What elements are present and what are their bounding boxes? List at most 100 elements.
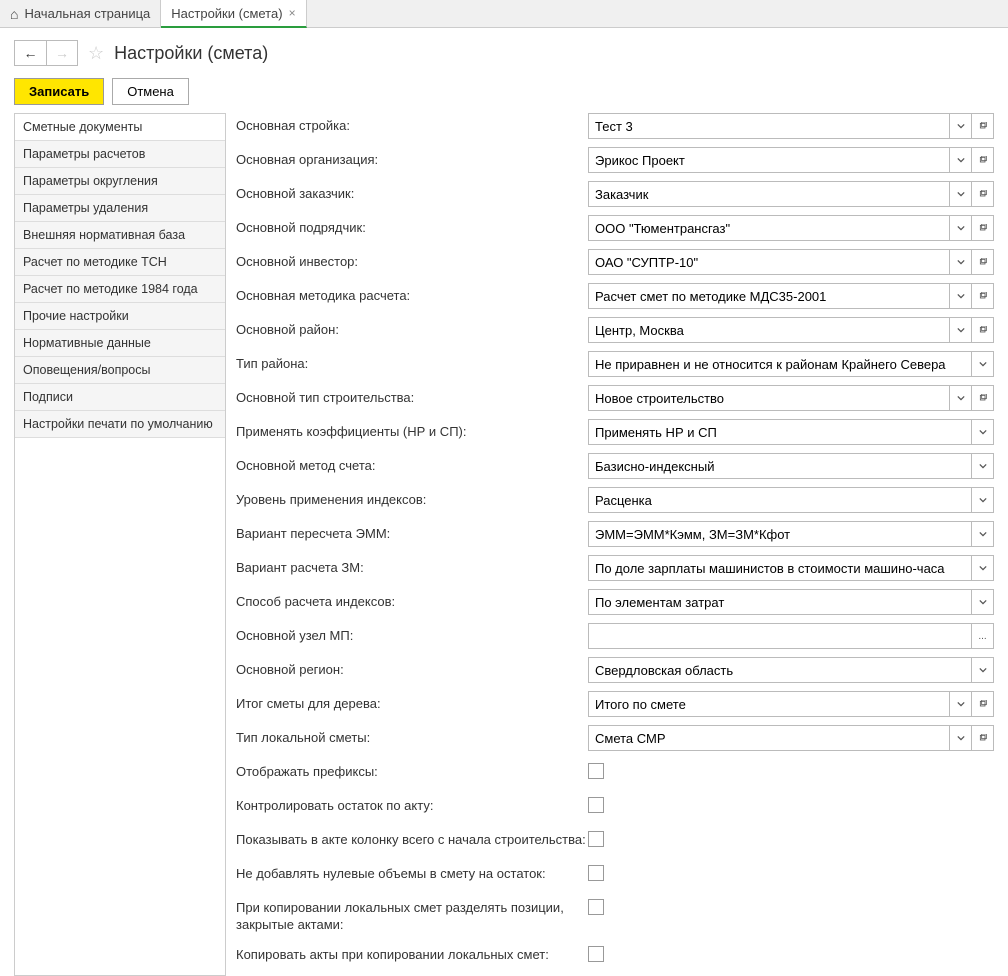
field-label: Основная организация: <box>236 147 588 169</box>
open-dialog-icon[interactable] <box>972 691 994 717</box>
field-control <box>588 487 994 513</box>
sidebar-item[interactable]: Расчет по методике 1984 года <box>15 276 225 303</box>
field-input[interactable] <box>588 725 950 751</box>
field-input[interactable] <box>588 555 972 581</box>
ellipsis-icon[interactable]: ... <box>972 623 994 649</box>
chevron-down-icon[interactable] <box>972 521 994 547</box>
field-input[interactable] <box>588 419 972 445</box>
field-input[interactable] <box>588 249 950 275</box>
form-row: Тип локальной сметы: <box>236 725 994 751</box>
favorite-icon[interactable]: ☆ <box>88 43 104 64</box>
field-control <box>588 249 994 275</box>
field-input[interactable] <box>588 691 950 717</box>
field-label: Основная стройка: <box>236 113 588 135</box>
sidebar-item[interactable]: Параметры удаления <box>15 195 225 222</box>
field-input[interactable] <box>588 283 950 309</box>
nav-forward-button[interactable]: → <box>46 40 78 66</box>
sidebar-item-label: Подписи <box>23 390 73 404</box>
field-input[interactable] <box>588 351 972 377</box>
field-control <box>588 555 994 581</box>
close-icon[interactable]: × <box>289 6 296 20</box>
chevron-down-icon[interactable] <box>950 113 972 139</box>
form-row: Основной район: <box>236 317 994 343</box>
header: ← → ☆ Настройки (смета) Записать Отмена <box>0 28 1008 113</box>
chevron-down-icon[interactable] <box>972 419 994 445</box>
chevron-down-icon[interactable] <box>972 555 994 581</box>
form-row: Основной узел МП:... <box>236 623 994 649</box>
open-dialog-icon[interactable] <box>972 283 994 309</box>
field-input[interactable] <box>588 453 972 479</box>
open-dialog-icon[interactable] <box>972 215 994 241</box>
field-control: ... <box>588 623 994 649</box>
chevron-down-icon[interactable] <box>950 215 972 241</box>
sidebar-item[interactable]: Параметры округления <box>15 168 225 195</box>
open-dialog-icon[interactable] <box>972 181 994 207</box>
checkbox[interactable] <box>588 899 604 915</box>
chevron-down-icon[interactable] <box>950 725 972 751</box>
checkbox[interactable] <box>588 865 604 881</box>
field-input[interactable] <box>588 385 950 411</box>
open-dialog-icon[interactable] <box>972 113 994 139</box>
field-label: Не добавлять нулевые объемы в смету на о… <box>236 861 588 883</box>
chevron-down-icon[interactable] <box>950 249 972 275</box>
cancel-button[interactable]: Отмена <box>112 78 189 105</box>
field-control <box>588 895 994 915</box>
checkbox[interactable] <box>588 831 604 847</box>
tab-settings[interactable]: Настройки (смета) × <box>161 0 306 28</box>
form-row: Итог сметы для дерева: <box>236 691 994 717</box>
field-input[interactable] <box>588 215 950 241</box>
chevron-down-icon[interactable] <box>972 657 994 683</box>
field-input[interactable] <box>588 317 950 343</box>
sidebar-item[interactable]: Параметры расчетов <box>15 141 225 168</box>
sidebar-item-label: Прочие настройки <box>23 309 129 323</box>
chevron-down-icon[interactable] <box>950 181 972 207</box>
field-label: Основной тип строительства: <box>236 385 588 407</box>
chevron-down-icon[interactable] <box>972 351 994 377</box>
sidebar-item[interactable]: Прочие настройки <box>15 303 225 330</box>
chevron-down-icon[interactable] <box>950 691 972 717</box>
form-row: Уровень применения индексов: <box>236 487 994 513</box>
checkbox[interactable] <box>588 763 604 779</box>
sidebar-item[interactable]: Сметные документы <box>15 114 225 141</box>
field-input[interactable] <box>588 521 972 547</box>
sidebar-item-label: Расчет по методике 1984 года <box>23 282 198 296</box>
tab-home[interactable]: ⌂ Начальная страница <box>0 0 161 27</box>
field-control <box>588 657 994 683</box>
field-input[interactable] <box>588 487 972 513</box>
sidebar-item-label: Сметные документы <box>23 120 142 134</box>
checkbox[interactable] <box>588 797 604 813</box>
checkbox[interactable] <box>588 946 604 962</box>
sidebar-item[interactable]: Нормативные данные <box>15 330 225 357</box>
sidebar-item[interactable]: Оповещения/вопросы <box>15 357 225 384</box>
save-button[interactable]: Записать <box>14 78 104 105</box>
open-dialog-icon[interactable] <box>972 385 994 411</box>
field-control <box>588 147 994 173</box>
chevron-down-icon[interactable] <box>950 385 972 411</box>
chevron-down-icon[interactable] <box>950 147 972 173</box>
field-input[interactable] <box>588 623 972 649</box>
chevron-down-icon[interactable] <box>950 283 972 309</box>
sidebar-item[interactable]: Подписи <box>15 384 225 411</box>
chevron-down-icon[interactable] <box>972 487 994 513</box>
open-dialog-icon[interactable] <box>972 249 994 275</box>
field-label: Основной район: <box>236 317 588 339</box>
open-dialog-icon[interactable] <box>972 725 994 751</box>
field-input[interactable] <box>588 181 950 207</box>
sidebar-item[interactable]: Настройки печати по умолчанию <box>15 411 225 438</box>
field-control <box>588 827 994 847</box>
sidebar-item[interactable]: Расчет по методике ТСН <box>15 249 225 276</box>
field-label: Способ расчета индексов: <box>236 589 588 611</box>
form-row: Основной подрядчик: <box>236 215 994 241</box>
field-input[interactable] <box>588 113 950 139</box>
open-dialog-icon[interactable] <box>972 147 994 173</box>
field-input[interactable] <box>588 147 950 173</box>
chevron-down-icon[interactable] <box>972 589 994 615</box>
nav-back-button[interactable]: ← <box>14 40 46 66</box>
field-input[interactable] <box>588 657 972 683</box>
open-dialog-icon[interactable] <box>972 317 994 343</box>
form-row: Вариант расчета ЗМ: <box>236 555 994 581</box>
chevron-down-icon[interactable] <box>950 317 972 343</box>
sidebar-item[interactable]: Внешняя нормативная база <box>15 222 225 249</box>
field-input[interactable] <box>588 589 972 615</box>
chevron-down-icon[interactable] <box>972 453 994 479</box>
